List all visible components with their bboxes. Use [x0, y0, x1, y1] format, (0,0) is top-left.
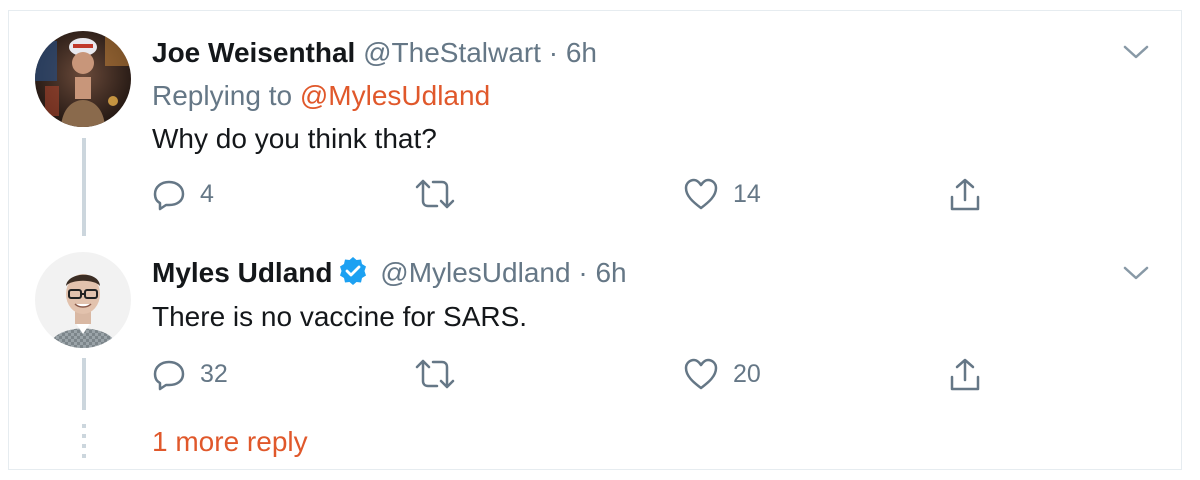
tweet-header: Myles Udland @MylesUdland · 6h — [152, 256, 627, 294]
frame-top-border — [8, 10, 1182, 11]
reply-icon — [153, 360, 185, 391]
tweet-header: Joe Weisenthal @TheStalwart · 6h — [152, 36, 597, 70]
retweet-icon — [415, 179, 455, 209]
replying-to-line: Replying to @MylesUdland — [152, 79, 490, 113]
avatar-myles-udland[interactable] — [35, 252, 131, 348]
replying-to-label: Replying to — [152, 80, 293, 111]
like-button[interactable]: 14 — [683, 177, 761, 211]
reply-count: 4 — [200, 179, 214, 208]
share-icon — [950, 178, 980, 211]
reply-count: 32 — [200, 359, 228, 388]
like-count: 20 — [733, 359, 761, 388]
thread-connector-line — [82, 138, 86, 236]
user-name[interactable]: Myles Udland — [152, 257, 332, 288]
user-handle[interactable]: @TheStalwart — [363, 37, 541, 68]
tweet-timestamp[interactable]: 6h — [595, 257, 626, 288]
separator-dot: · — [548, 37, 559, 68]
like-icon — [684, 358, 718, 390]
retweet-icon — [415, 359, 455, 389]
separator-dot: · — [578, 257, 588, 288]
reply-button[interactable]: 32 — [152, 357, 228, 391]
tweet-timestamp[interactable]: 6h — [566, 37, 597, 68]
share-button[interactable] — [948, 357, 982, 393]
frame-right-border — [1181, 10, 1182, 470]
user-name[interactable]: Joe Weisenthal — [152, 37, 355, 68]
show-more-replies-link[interactable]: 1 more reply — [152, 425, 308, 459]
reply-button[interactable]: 4 — [152, 177, 214, 211]
reply-icon — [153, 180, 185, 211]
retweet-button[interactable] — [415, 177, 469, 211]
tweet-text: There is no vaccine for SARS. — [152, 301, 528, 332]
like-count: 14 — [733, 179, 761, 208]
chevron-down-icon[interactable] — [1122, 263, 1150, 283]
user-handle[interactable]: @MylesUdland — [380, 257, 570, 288]
replying-to-mention-link[interactable]: @MylesUdland — [300, 80, 490, 111]
share-button[interactable] — [948, 177, 982, 213]
frame-bottom-border — [8, 469, 1182, 470]
like-icon — [684, 178, 718, 210]
share-icon — [950, 358, 980, 391]
thread-connector-dots — [82, 424, 86, 458]
verified-badge-icon — [338, 256, 368, 294]
retweet-button[interactable] — [415, 357, 469, 391]
tweet-text: Why do you think that? — [152, 123, 437, 154]
chevron-down-icon[interactable] — [1122, 42, 1150, 62]
like-button[interactable]: 20 — [683, 357, 761, 391]
frame-left-border — [8, 10, 9, 470]
thread-connector-line — [82, 358, 86, 410]
avatar-joe-weisenthal[interactable] — [35, 31, 131, 127]
